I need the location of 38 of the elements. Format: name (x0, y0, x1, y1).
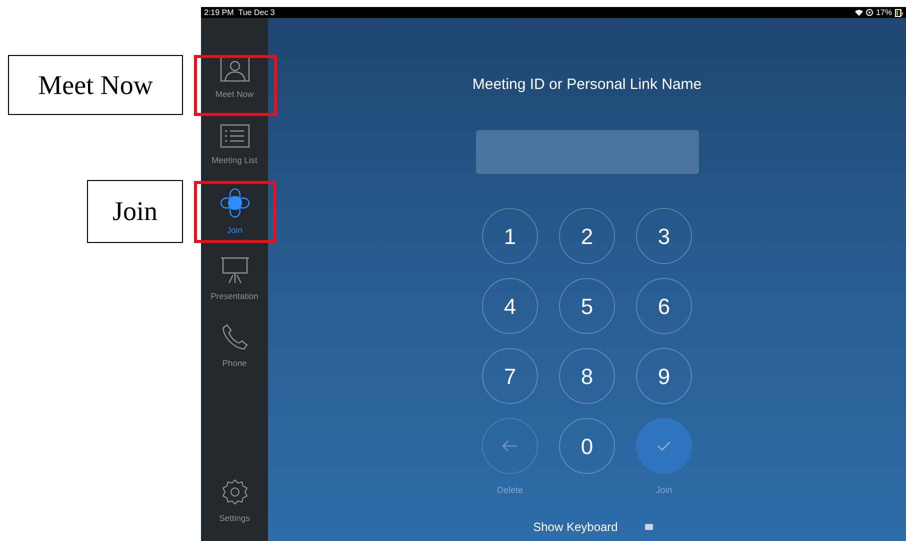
settings-icon (220, 478, 248, 506)
sidebar-tab[interactable]: Presentation (201, 246, 268, 313)
digit-key[interactable]: 6 (636, 278, 692, 334)
lock-rotation-icon (866, 9, 873, 16)
join-icon (220, 188, 250, 218)
wifi-icon (854, 9, 863, 16)
phone-icon (220, 323, 248, 352)
digit-key[interactable]: 3 (636, 208, 692, 264)
key-caption: Delete (496, 484, 523, 497)
digit-key[interactable]: 2 (559, 208, 615, 264)
show-keyboard-link[interactable]: Show Keyboard (533, 518, 618, 536)
list-icon (220, 124, 250, 148)
sidebar-tab[interactable]: Meet Now (201, 45, 268, 112)
status-time: 2:19 PM Tue Dec 3 (204, 8, 275, 16)
digit-key[interactable]: 0 (559, 418, 615, 474)
digit-key[interactable]: 4 (482, 278, 538, 334)
easel-icon (220, 256, 250, 284)
check-icon (657, 441, 671, 451)
delete-key[interactable] (482, 418, 538, 474)
digit-key[interactable]: 1 (482, 208, 538, 264)
callout-label: Join (87, 180, 183, 243)
panel-title: Meeting ID or Personal Link Name (472, 75, 702, 95)
sidebar-tab[interactable]: Join (201, 179, 268, 246)
settings-tab[interactable]: Settings (201, 478, 268, 525)
sidebar-tab[interactable]: Meeting List (201, 112, 268, 179)
person-frame-icon (220, 56, 250, 82)
meeting-id-field[interactable] (476, 130, 698, 174)
callout-label: Meet Now (8, 55, 183, 115)
battery-icon (895, 8, 903, 16)
battery-percent: 17% (876, 8, 892, 16)
digit-key[interactable]: 7 (482, 348, 538, 404)
digit-key[interactable]: 9 (636, 348, 692, 404)
back-arrow-icon (502, 440, 518, 452)
digit-key[interactable]: 5 (559, 278, 615, 334)
key-caption: Join (656, 484, 672, 497)
sidebar-tab[interactable]: Phone (201, 313, 268, 380)
keyboard-icon (644, 524, 653, 530)
digit-key[interactable]: 8 (559, 348, 615, 404)
